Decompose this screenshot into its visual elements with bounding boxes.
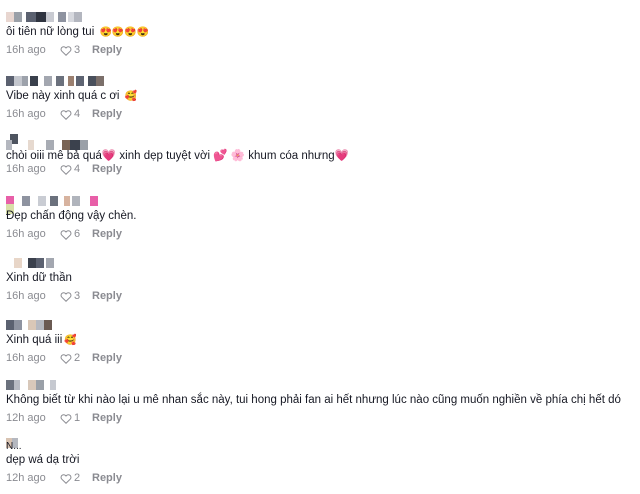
comment-meta: 12h ago 2 Reply bbox=[6, 471, 122, 485]
heart-outline-icon bbox=[60, 45, 72, 56]
comment-username-blurred[interactable] bbox=[6, 132, 226, 150]
comment-item: ôi tiên nữ lòng tui 😍😍😍😍 16h ago 3 Reply bbox=[6, 10, 626, 66]
like-button[interactable]: 3 bbox=[60, 289, 92, 303]
smiling-hearts-emoji: 🥰 bbox=[124, 91, 138, 102]
like-count: 3 bbox=[74, 44, 81, 56]
heart-outline-icon bbox=[60, 353, 72, 364]
like-button[interactable]: 4 bbox=[60, 162, 92, 176]
comment-item: Không biết từ khi nào lại u mê nhan sắc … bbox=[6, 378, 626, 434]
comment-username-blurred[interactable] bbox=[6, 256, 226, 269]
like-count: 2 bbox=[74, 472, 81, 484]
reply-button[interactable]: Reply bbox=[92, 411, 122, 425]
heart-outline-icon bbox=[60, 291, 72, 302]
like-count: 4 bbox=[74, 163, 81, 175]
comment-username: N... bbox=[6, 441, 22, 452]
comment-meta: 16h ago 4 Reply bbox=[6, 162, 122, 176]
reply-button[interactable]: Reply bbox=[92, 351, 122, 365]
comment-time: 12h ago bbox=[6, 472, 46, 484]
comment-item: Xinh dữ thần 16h ago 3 Reply bbox=[6, 256, 626, 312]
reply-button[interactable]: Reply bbox=[92, 43, 122, 57]
heart-outline-icon bbox=[60, 473, 72, 484]
like-count: 4 bbox=[74, 108, 81, 120]
comment-text: Xinh dữ thần bbox=[6, 272, 72, 284]
like-count: 2 bbox=[74, 352, 81, 364]
comment-item: chòi oiii mê bả quá💗 xinh dẹp tuyệt vời … bbox=[6, 132, 626, 188]
heart-outline-icon bbox=[60, 109, 72, 120]
reply-button[interactable]: Reply bbox=[92, 162, 122, 176]
comment-username-blurred[interactable] bbox=[6, 194, 226, 214]
comment-text: Xinh quá iii 🥰 bbox=[6, 334, 77, 346]
heart-outline-icon bbox=[60, 413, 72, 424]
comment-item: Đẹp chấn động vậy chèn. 16h ago 6 Reply bbox=[6, 194, 626, 250]
comment-time: 16h ago bbox=[6, 290, 46, 302]
comment-username-blurred[interactable] bbox=[6, 378, 226, 391]
like-count: 6 bbox=[74, 228, 81, 240]
comment-text: Đẹp chấn động vậy chèn. bbox=[6, 210, 137, 222]
like-button[interactable]: 1 bbox=[60, 411, 92, 425]
comment-meta: 16h ago 2 Reply bbox=[6, 351, 122, 365]
comment-time: 16h ago bbox=[6, 108, 46, 120]
reply-button[interactable]: Reply bbox=[92, 471, 122, 485]
comment-time: 16h ago bbox=[6, 44, 46, 56]
comment-text: ôi tiên nữ lòng tui 😍😍😍😍 bbox=[6, 26, 150, 38]
comment-username-blurred[interactable] bbox=[6, 318, 226, 331]
comment-time: 12h ago bbox=[6, 412, 46, 424]
comment-meta: 16h ago 3 Reply bbox=[6, 289, 122, 303]
comment-meta: 12h ago 1 Reply bbox=[6, 411, 122, 425]
heart-eyes-emoji: 😍😍😍😍 bbox=[99, 27, 150, 38]
comment-item: N... dẹp wá dạ trời 12h ago 2 Reply bbox=[6, 438, 626, 494]
like-count: 1 bbox=[74, 412, 81, 424]
comment-meta: 16h ago 4 Reply bbox=[6, 107, 122, 121]
like-button[interactable]: 4 bbox=[60, 107, 92, 121]
comment-username-blurred[interactable] bbox=[6, 74, 226, 87]
reply-button[interactable]: Reply bbox=[92, 227, 122, 241]
reply-button[interactable]: Reply bbox=[92, 107, 122, 121]
like-button[interactable]: 3 bbox=[60, 43, 92, 57]
comment-item: Vibe này xinh quá c ơi 🥰 16h ago 4 Reply bbox=[6, 74, 626, 130]
comment-username-blurred[interactable] bbox=[6, 10, 226, 23]
comment-text: Vibe này xinh quá c ơi 🥰 bbox=[6, 90, 138, 102]
like-button[interactable]: 6 bbox=[60, 227, 92, 241]
smiling-hearts-emoji: 🥰 bbox=[64, 335, 77, 346]
comment-text: dẹp wá dạ trời bbox=[6, 454, 80, 466]
comment-time: 16h ago bbox=[6, 163, 46, 175]
comment-meta: 16h ago 6 Reply bbox=[6, 227, 122, 241]
comment-time: 16h ago bbox=[6, 352, 46, 364]
comment-username-blurred[interactable]: N... bbox=[6, 438, 226, 452]
reply-button[interactable]: Reply bbox=[92, 289, 122, 303]
comment-text: Không biết từ khi nào lại u mê nhan sắc … bbox=[6, 394, 621, 406]
heart-outline-icon bbox=[60, 164, 72, 175]
like-button[interactable]: 2 bbox=[60, 351, 92, 365]
like-button[interactable]: 2 bbox=[60, 471, 92, 485]
comment-item: Xinh quá iii 🥰 16h ago 2 Reply bbox=[6, 318, 626, 374]
comment-time: 16h ago bbox=[6, 228, 46, 240]
comment-meta: 16h ago 3 Reply bbox=[6, 43, 122, 57]
heart-outline-icon bbox=[60, 229, 72, 240]
like-count: 3 bbox=[74, 290, 81, 302]
